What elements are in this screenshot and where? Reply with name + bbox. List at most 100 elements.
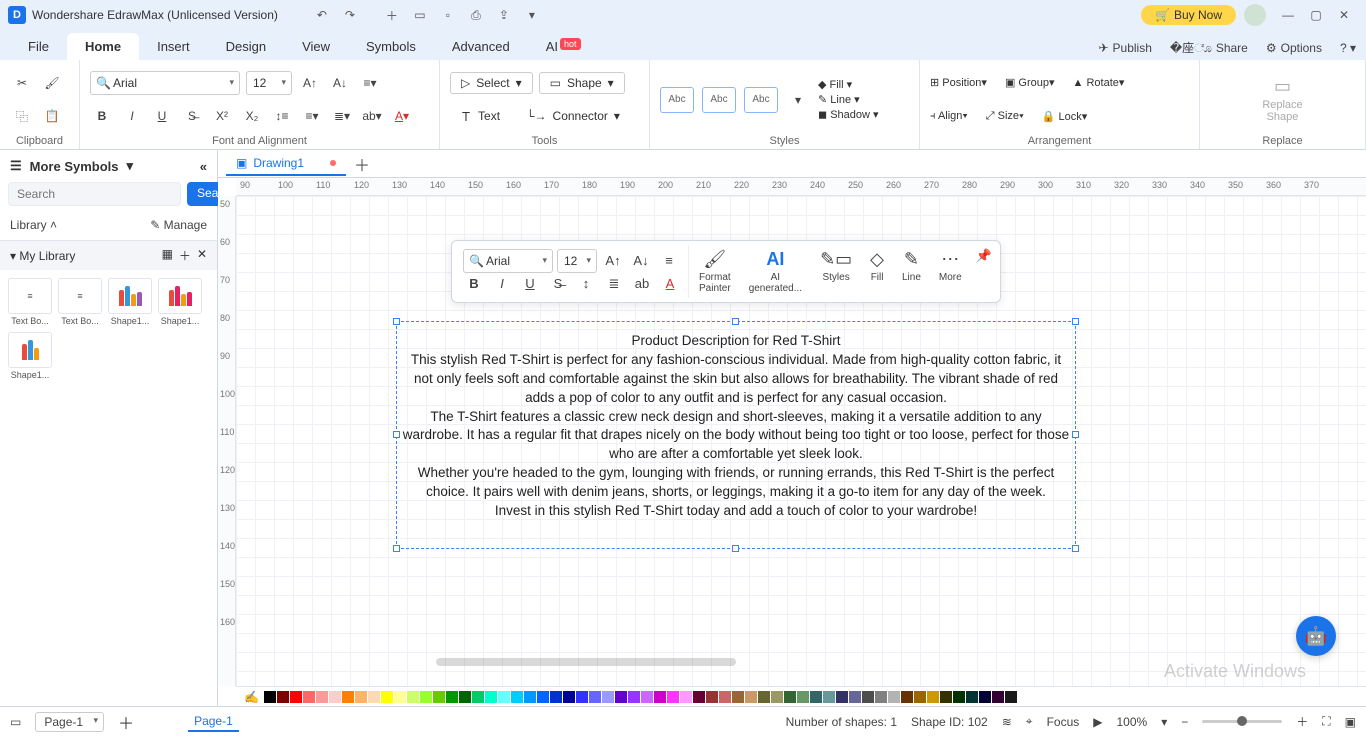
color-swatch[interactable] (810, 691, 822, 703)
zoom-out-icon[interactable]: − (1181, 715, 1188, 729)
ft-align-icon[interactable]: ≡ (657, 250, 681, 272)
list-icon[interactable]: ≣▾ (330, 104, 354, 128)
color-swatch[interactable] (537, 691, 549, 703)
color-swatch[interactable] (680, 691, 692, 703)
ft-decrease-font-icon[interactable]: A↓ (629, 250, 653, 272)
resize-handle-se[interactable] (1072, 545, 1079, 552)
ft-pin-icon[interactable]: 📌 (972, 245, 996, 267)
copy-icon[interactable]: ⿻ (10, 104, 34, 128)
ft-strike-icon[interactable]: S̶ (546, 273, 570, 295)
color-swatch[interactable] (940, 691, 952, 703)
color-swatch[interactable] (901, 691, 913, 703)
rotate-button[interactable]: ▲ Rotate▾ (1073, 76, 1125, 89)
underline-icon[interactable]: U (150, 104, 174, 128)
color-swatch[interactable] (511, 691, 523, 703)
ft-more[interactable]: ⋯More (931, 245, 970, 298)
line-button[interactable]: ✎ Line ▾ (818, 93, 879, 106)
format-painter-icon[interactable]: 🖌 (40, 71, 64, 95)
bold-icon[interactable]: B (90, 104, 114, 128)
color-swatch[interactable] (693, 691, 705, 703)
color-swatch[interactable] (641, 691, 653, 703)
symbol-search-input[interactable] (8, 182, 181, 206)
highlight-icon[interactable]: ab▾ (360, 104, 384, 128)
lock-button[interactable]: 🔒 Lock▾ (1042, 110, 1088, 123)
bullets-icon[interactable]: ≡▾ (300, 104, 324, 128)
color-swatch[interactable] (667, 691, 679, 703)
color-swatch[interactable] (303, 691, 315, 703)
paste-icon[interactable]: 📋 (40, 104, 64, 128)
share-button[interactable]: �座ೊ Share (1170, 39, 1248, 56)
menu-insert[interactable]: Insert (139, 33, 208, 60)
color-swatch[interactable] (719, 691, 731, 703)
color-swatch[interactable] (524, 691, 536, 703)
thumb-textbox-1[interactable]: ≡Text Bo... (8, 278, 52, 326)
color-swatch[interactable] (953, 691, 965, 703)
color-swatch[interactable] (927, 691, 939, 703)
shadow-button[interactable]: ◼ Shadow ▾ (818, 108, 879, 121)
color-swatch[interactable] (615, 691, 627, 703)
position-button[interactable]: ⊞ Position▾ (930, 76, 987, 89)
resize-handle-s[interactable] (732, 545, 739, 552)
thumb-textbox-2[interactable]: ≡Text Bo... (58, 278, 102, 326)
cut-icon[interactable]: ✂ (10, 71, 34, 95)
color-swatch[interactable] (550, 691, 562, 703)
drawing-canvas[interactable]: Product Description for Red T-Shirt This… (236, 196, 1366, 686)
ft-bullets-icon[interactable]: ≣ (602, 273, 626, 295)
ft-font-select[interactable]: 🔍Arial (463, 249, 553, 273)
ft-line[interactable]: ✎Line (894, 245, 929, 298)
menu-symbols[interactable]: Symbols (348, 33, 434, 60)
italic-icon[interactable]: I (120, 104, 144, 128)
resize-handle-sw[interactable] (393, 545, 400, 552)
hamburger-icon[interactable]: ☰ (10, 158, 22, 174)
font-size-select[interactable]: 12 (246, 71, 292, 95)
strike-icon[interactable]: S̶ (180, 104, 204, 128)
color-swatch[interactable] (329, 691, 341, 703)
user-avatar[interactable] (1244, 4, 1266, 26)
color-swatch[interactable] (875, 691, 887, 703)
color-swatch[interactable] (888, 691, 900, 703)
open-icon[interactable]: ▭ (409, 4, 431, 26)
fullscreen-icon[interactable]: ▣ (1345, 715, 1356, 729)
ft-format-painter[interactable]: 🖌Format Painter (691, 245, 739, 298)
ft-size-select[interactable]: 12 (557, 249, 597, 273)
color-swatch[interactable] (706, 691, 718, 703)
color-swatch[interactable] (563, 691, 575, 703)
increase-font-icon[interactable]: A↑ (298, 71, 322, 95)
select-tool[interactable]: ▷ Select ▾ (450, 72, 533, 94)
color-swatch[interactable] (628, 691, 640, 703)
collapse-panel-icon[interactable]: « (200, 159, 207, 174)
eyedropper-icon[interactable]: ✍ (244, 690, 259, 704)
play-icon[interactable]: ▶ (1093, 715, 1102, 729)
my-library-toggle[interactable]: ▾ My Library (10, 249, 75, 263)
library-close-icon[interactable]: ✕ (197, 247, 207, 264)
color-swatch[interactable] (797, 691, 809, 703)
align-button[interactable]: ⫞ Align▾ (930, 110, 968, 123)
fit-page-icon[interactable]: ⛶ (1322, 714, 1330, 729)
menu-home[interactable]: Home (67, 33, 139, 60)
color-swatch[interactable] (914, 691, 926, 703)
color-swatch[interactable] (823, 691, 835, 703)
color-swatch[interactable] (420, 691, 432, 703)
menu-ai[interactable]: AIhot (528, 33, 599, 60)
align-menu-icon[interactable]: ≡▾ (358, 71, 382, 95)
color-swatch[interactable] (966, 691, 978, 703)
font-family-select[interactable]: 🔍Arial (90, 71, 240, 95)
zoom-slider[interactable] (1202, 720, 1282, 723)
assistant-bubble[interactable]: 🤖 (1296, 616, 1336, 656)
library-dropdown[interactable]: Library ˄ (10, 218, 57, 232)
color-swatch[interactable] (992, 691, 1004, 703)
shape-tool[interactable]: ▭ Shape ▾ (539, 72, 625, 94)
color-swatch[interactable] (784, 691, 796, 703)
color-swatch[interactable] (381, 691, 393, 703)
resize-handle-n[interactable] (732, 318, 739, 325)
library-grid-icon[interactable]: ▦ (162, 247, 173, 264)
resize-handle-ne[interactable] (1072, 318, 1079, 325)
export-icon[interactable]: ⇪ (493, 4, 515, 26)
thumb-shape-1[interactable]: Shape1... (108, 278, 152, 326)
size-button[interactable]: ⤢ Size▾ (986, 110, 1024, 123)
zoom-dropdown-icon[interactable]: ▾ (1161, 715, 1167, 729)
more-icon[interactable]: ▾ (521, 4, 543, 26)
close-icon[interactable]: ✕ (1333, 4, 1355, 26)
color-swatch[interactable] (459, 691, 471, 703)
color-swatch[interactable] (862, 691, 874, 703)
